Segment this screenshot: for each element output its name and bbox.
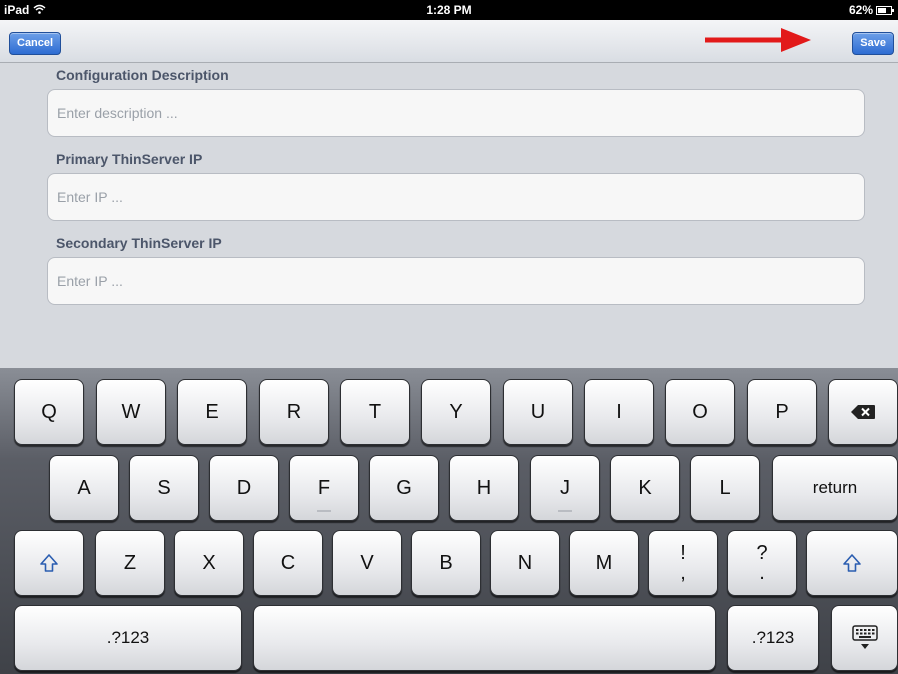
space-bar[interactable] <box>253 605 716 671</box>
secondary-thinserver-ip-label: Secondary ThinServer IP <box>56 235 222 251</box>
battery-icon <box>876 6 894 16</box>
key-q[interactable]: Q <box>14 379 84 445</box>
configuration-description-input[interactable] <box>47 89 865 137</box>
key-j[interactable]: J <box>530 455 600 521</box>
key-a[interactable]: A <box>49 455 119 521</box>
key-n[interactable]: N <box>490 530 560 596</box>
key-o[interactable]: O <box>665 379 735 445</box>
battery-percent: 62% <box>848 3 873 17</box>
numbers-key-right[interactable]: .?123 <box>727 605 819 671</box>
red-arrow-icon <box>705 28 811 52</box>
key-t[interactable]: T <box>340 379 410 445</box>
secondary-thinserver-ip-input[interactable] <box>47 257 865 305</box>
status-time: 1:28 PM <box>426 3 472 17</box>
keyboard-hide-icon <box>851 625 878 649</box>
shift-icon <box>843 554 861 572</box>
key-s[interactable]: S <box>129 455 199 521</box>
onscreen-keyboard: Q W E R T Y U I O P A S D F G H J K L re… <box>0 368 898 674</box>
key-x[interactable]: X <box>174 530 244 596</box>
backspace-key[interactable] <box>828 379 898 445</box>
cancel-button[interactable]: Cancel <box>9 32 62 55</box>
key-f[interactable]: F <box>289 455 359 521</box>
key-d[interactable]: D <box>209 455 279 521</box>
primary-thinserver-ip-input[interactable] <box>47 173 865 221</box>
key-question-period[interactable]: ? . <box>727 530 797 596</box>
return-key[interactable]: return <box>772 455 898 521</box>
key-m[interactable]: M <box>569 530 639 596</box>
key-c[interactable]: C <box>253 530 323 596</box>
configuration-description-label: Configuration Description <box>56 67 229 83</box>
primary-thinserver-ip-label: Primary ThinServer IP <box>56 151 203 167</box>
key-h[interactable]: H <box>449 455 519 521</box>
key-b[interactable]: B <box>411 530 481 596</box>
key-z[interactable]: Z <box>95 530 165 596</box>
key-r[interactable]: R <box>259 379 329 445</box>
key-i[interactable]: I <box>584 379 654 445</box>
numbers-key-left[interactable]: .?123 <box>14 605 242 671</box>
backspace-icon <box>851 405 875 419</box>
hide-keyboard-key[interactable] <box>831 605 898 671</box>
key-v[interactable]: V <box>332 530 402 596</box>
key-y[interactable]: Y <box>421 379 491 445</box>
key-w[interactable]: W <box>96 379 166 445</box>
status-bar: iPad 1:28 PM 62% <box>0 0 898 20</box>
shift-key-right[interactable] <box>806 530 898 596</box>
key-k[interactable]: K <box>610 455 680 521</box>
configuration-form: Configuration Description Primary ThinSe… <box>0 63 898 368</box>
key-l[interactable]: L <box>690 455 760 521</box>
key-g[interactable]: G <box>369 455 439 521</box>
save-button[interactable]: Save <box>852 32 894 55</box>
key-p[interactable]: P <box>747 379 817 445</box>
key-exclamation-comma[interactable]: ! , <box>648 530 718 596</box>
shift-key-left[interactable] <box>14 530 84 596</box>
shift-icon <box>40 554 58 572</box>
key-u[interactable]: U <box>503 379 573 445</box>
key-e[interactable]: E <box>177 379 247 445</box>
